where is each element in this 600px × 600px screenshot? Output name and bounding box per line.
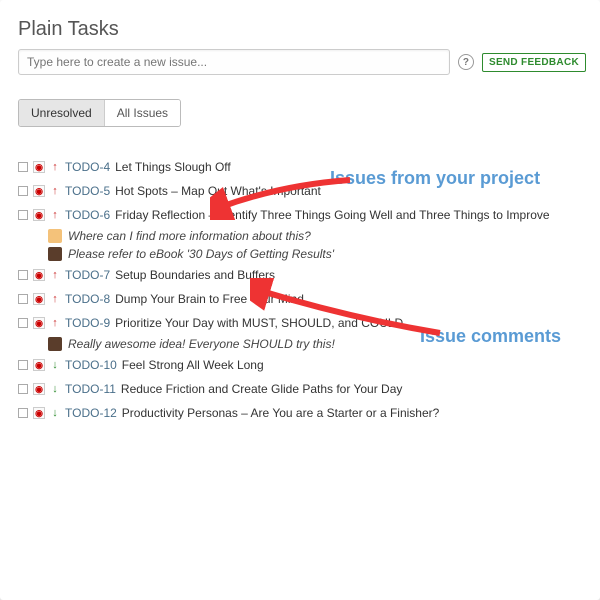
panel-container: Plain Tasks ? SEND FEEDBACK Unresolved A… xyxy=(0,0,600,600)
issue-type-icon: ◉ xyxy=(33,359,45,371)
issue-checkbox[interactable] xyxy=(18,294,28,304)
issue-row[interactable]: ◉ ↓ TODO-12 Productivity Personas – Are You… xyxy=(18,401,586,425)
issue-checkbox[interactable] xyxy=(18,360,28,370)
issue-key-link[interactable]: TODO-10 xyxy=(65,357,117,373)
issue-type-icon: ◉ xyxy=(33,161,45,173)
issue-type-icon: ◉ xyxy=(33,209,45,221)
issue-title: Reduce Friction and Create Glide Paths f… xyxy=(121,381,402,397)
issue-row[interactable]: ◉ ↓ TODO-11 Reduce Friction and Create Glid… xyxy=(18,377,586,401)
annotation-issues-label: Issues from your project xyxy=(330,168,540,189)
issue-title: Friday Reflection – Identify Three Thing… xyxy=(115,207,549,223)
issue-checkbox[interactable] xyxy=(18,318,28,328)
avatar xyxy=(48,337,62,351)
issue-checkbox[interactable] xyxy=(18,270,28,280)
comment-text: Where can I find more information about … xyxy=(68,229,311,243)
issue-type-icon: ◉ xyxy=(33,293,45,305)
issue-row[interactable]: ◉ ↑ TODO-6 Friday Reflection – Identify Thr… xyxy=(18,203,586,227)
tab-unresolved[interactable]: Unresolved xyxy=(19,100,104,126)
issue-key-link[interactable]: TODO-4 xyxy=(65,159,110,175)
issue-title: Prioritize Your Day with MUST, SHOULD, a… xyxy=(115,315,403,331)
priority-up-icon: ↑ xyxy=(50,267,60,283)
priority-up-icon: ↑ xyxy=(50,315,60,331)
issue-type-icon: ◉ xyxy=(33,317,45,329)
priority-up-icon: ↑ xyxy=(50,291,60,307)
issue-key-link[interactable]: TODO-9 xyxy=(65,315,110,331)
issue-key-link[interactable]: TODO-11 xyxy=(65,381,116,397)
issue-row[interactable]: ◉ ↑ TODO-8 Dump Your Brain to Free Your Min… xyxy=(18,287,586,311)
issue-checkbox[interactable] xyxy=(18,186,28,196)
help-icon[interactable]: ? xyxy=(458,54,474,70)
create-issue-bar: ? SEND FEEDBACK xyxy=(18,49,586,75)
issue-row[interactable]: ◉ ↓ TODO-10 Feel Strong All Week Long xyxy=(18,353,586,377)
avatar xyxy=(48,247,62,261)
annotation-comments-label: Issue comments xyxy=(420,326,561,347)
issue-checkbox[interactable] xyxy=(18,210,28,220)
issue-key-link[interactable]: TODO-7 xyxy=(65,267,110,283)
issue-type-icon: ◉ xyxy=(33,383,45,395)
issue-row[interactable]: ◉ ↑ TODO-7 Setup Boundaries and Buffers xyxy=(18,263,586,287)
issue-type-icon: ◉ xyxy=(33,185,45,197)
priority-up-icon: ↑ xyxy=(50,159,60,175)
page-title: Plain Tasks xyxy=(18,18,586,41)
priority-down-icon: ↓ xyxy=(50,357,60,373)
priority-down-icon: ↓ xyxy=(50,381,60,397)
issue-checkbox[interactable] xyxy=(18,408,28,418)
priority-down-icon: ↓ xyxy=(50,405,60,421)
issue-checkbox[interactable] xyxy=(18,162,28,172)
issue-key-link[interactable]: TODO-6 xyxy=(65,207,110,223)
issue-title: Setup Boundaries and Buffers xyxy=(115,267,275,283)
issue-key-link[interactable]: TODO-12 xyxy=(65,405,117,421)
tab-all-issues[interactable]: All Issues xyxy=(104,100,180,126)
avatar xyxy=(48,229,62,243)
issue-comment: Please refer to eBook '30 Days of Gettin… xyxy=(18,245,586,263)
issue-title: Dump Your Brain to Free Your Mind xyxy=(115,291,304,307)
send-feedback-button[interactable]: SEND FEEDBACK xyxy=(482,53,586,72)
comment-text: Really awesome idea! Everyone SHOULD try… xyxy=(68,337,335,351)
issue-key-link[interactable]: TODO-5 xyxy=(65,183,110,199)
tabs-bar: Unresolved All Issues xyxy=(18,99,181,127)
issue-comment: Where can I find more information about … xyxy=(18,227,586,245)
priority-up-icon: ↑ xyxy=(50,183,60,199)
issue-title: Feel Strong All Week Long xyxy=(122,357,264,373)
issues-list: ◉ ↑ TODO-4 Let Things Slough Off ◉ ↑ TODO-5 Hot… xyxy=(18,155,586,425)
priority-up-icon: ↑ xyxy=(50,207,60,223)
issue-title: Productivity Personas – Are You are a St… xyxy=(122,405,440,421)
issue-type-icon: ◉ xyxy=(33,407,45,419)
comment-text: Please refer to eBook '30 Days of Gettin… xyxy=(68,247,334,261)
issue-title: Hot Spots – Map Out What's Important xyxy=(115,183,321,199)
new-issue-input[interactable] xyxy=(18,49,450,75)
issue-title: Let Things Slough Off xyxy=(115,159,231,175)
issue-key-link[interactable]: TODO-8 xyxy=(65,291,110,307)
issue-checkbox[interactable] xyxy=(18,384,28,394)
issue-type-icon: ◉ xyxy=(33,269,45,281)
